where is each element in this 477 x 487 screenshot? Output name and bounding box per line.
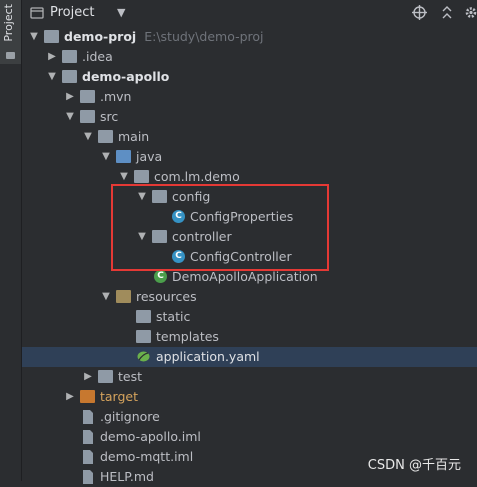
spring-leaf-icon — [136, 350, 151, 363]
crosshair-icon[interactable] — [412, 5, 427, 24]
chevron-right-icon[interactable]: ▶ — [64, 89, 76, 105]
tree-row-idea[interactable]: ▶ .idea — [22, 47, 477, 67]
markdown-file-icon — [82, 470, 97, 484]
chevron-down-icon[interactable]: ▼ — [46, 69, 58, 85]
tree-row-gitignore[interactable]: .gitignore — [22, 407, 477, 427]
tree-row-application-yaml[interactable]: application.yaml — [22, 347, 477, 367]
chevron-down-icon[interactable]: ▼ — [64, 109, 76, 125]
tree-row-resources[interactable]: ▼ resources — [22, 287, 477, 307]
folder-icon — [80, 90, 95, 103]
tree-row-test[interactable]: ▶ test — [22, 367, 477, 387]
tree-label: static — [156, 309, 191, 324]
spring-boot-class-icon: C — [154, 270, 167, 283]
tree-row-demo-proj[interactable]: ▼ demo-proj E:\study\demo-proj — [22, 27, 477, 47]
project-tool-tab-label: Project — [2, 4, 15, 42]
tree-label: demo-proj E:\study\demo-proj — [64, 29, 264, 44]
folder-icon — [98, 370, 113, 383]
folder-icon — [80, 110, 95, 123]
tree-row-java[interactable]: ▼ java — [22, 147, 477, 167]
folder-icon — [62, 50, 77, 63]
chevron-down-icon[interactable]: ▼ — [100, 149, 112, 165]
module-folder-icon — [44, 30, 59, 43]
tree-label: .gitignore — [100, 409, 160, 424]
tree-label: target — [100, 389, 139, 404]
tree-label: java — [136, 149, 163, 164]
tree-row-templates[interactable]: templates — [22, 327, 477, 347]
collapse-all-icon[interactable] — [440, 5, 454, 24]
file-icon — [82, 410, 97, 424]
chevron-down-icon[interactable]: ▼ — [100, 289, 112, 305]
watermark: CSDN @千百元 — [367, 458, 461, 473]
chevron-down-icon[interactable]: ▼ — [118, 169, 130, 185]
chevron-right-icon[interactable]: ▶ — [82, 369, 94, 385]
project-panel-header: Project ▼ — [22, 0, 477, 27]
source-folder-icon — [116, 150, 131, 163]
chevron-down-icon[interactable]: ▼ — [28, 29, 40, 45]
root-path: E:\study\demo-proj — [144, 29, 264, 44]
tree-row-mvn[interactable]: ▶ .mvn — [22, 87, 477, 107]
tree-row-target[interactable]: ▶ target — [22, 387, 477, 407]
folder-icon — [136, 310, 151, 323]
tree-row-demo-apollo-iml[interactable]: demo-apollo.iml — [22, 427, 477, 447]
highlight-box — [111, 184, 329, 271]
tree-label: main — [118, 129, 150, 144]
tree-label: DemoApolloApplication — [172, 269, 318, 284]
left-tool-strip: Project — [0, 0, 22, 481]
folder-icon — [136, 330, 151, 343]
chevron-right-icon[interactable]: ▶ — [46, 49, 58, 65]
tree-label: demo-mqtt.iml — [100, 449, 194, 464]
settings-icon[interactable] — [464, 5, 477, 24]
excluded-folder-icon — [80, 390, 95, 403]
chevron-down-icon[interactable]: ▼ — [117, 6, 125, 19]
panel-title[interactable]: Project — [50, 5, 94, 20]
project-tool-tab[interactable]: Project — [0, 0, 21, 64]
tree-label: application.yaml — [156, 349, 260, 364]
file-icon — [82, 450, 97, 464]
file-icon — [82, 430, 97, 444]
tree-row-static[interactable]: static — [22, 307, 477, 327]
project-view-icon — [30, 6, 44, 20]
chevron-right-icon[interactable]: ▶ — [64, 389, 76, 405]
tree-label: demo-apollo — [82, 69, 170, 84]
tree-label: demo-apollo.iml — [100, 429, 201, 444]
tree-label: templates — [156, 329, 219, 344]
tree-label: .mvn — [100, 89, 132, 104]
tree-row-main[interactable]: ▼ main — [22, 127, 477, 147]
folder-icon — [6, 52, 15, 59]
resources-folder-icon — [116, 290, 131, 303]
package-icon — [134, 170, 149, 183]
tree-row-demo-apollo[interactable]: ▼ demo-apollo — [22, 67, 477, 87]
tree-label: .idea — [82, 49, 113, 64]
tree-label: HELP.md — [100, 469, 154, 484]
module-folder-icon — [62, 70, 77, 83]
tree-label: resources — [136, 289, 197, 304]
chevron-down-icon[interactable]: ▼ — [82, 129, 94, 145]
tree-row-src[interactable]: ▼ src — [22, 107, 477, 127]
tree-label: test — [118, 369, 143, 384]
tree-label: src — [100, 109, 119, 124]
tree-label: com.lm.demo — [154, 169, 240, 184]
folder-icon — [98, 130, 113, 143]
